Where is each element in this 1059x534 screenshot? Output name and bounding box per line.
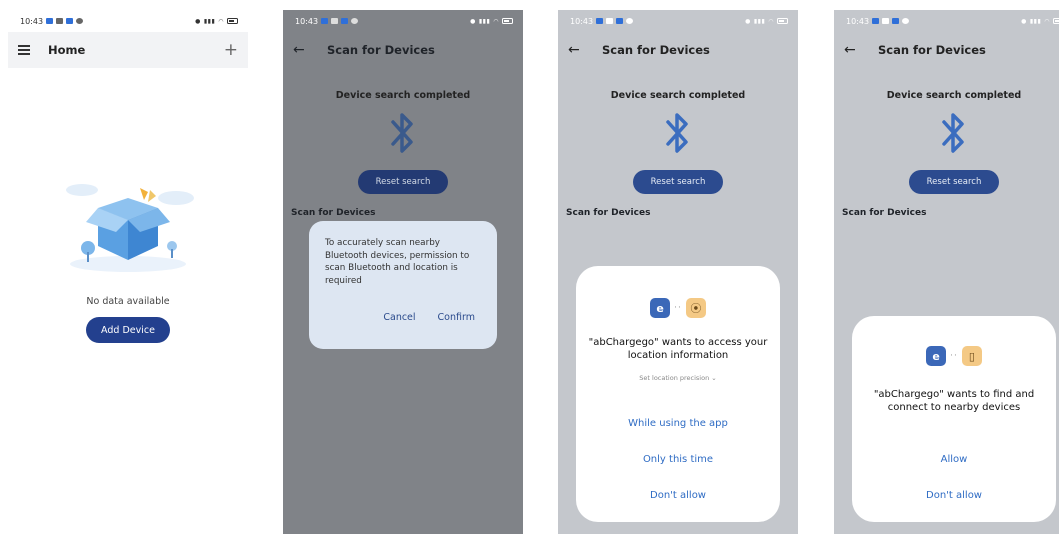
- permission-title: "abChargego" wants to find and connect t…: [873, 389, 1035, 413]
- permission-title: "abChargego" wants to access your locati…: [588, 337, 768, 361]
- notification-icon: [892, 18, 900, 24]
- alarm-icon: ●: [195, 17, 201, 25]
- reset-search-button[interactable]: Reset search: [633, 170, 723, 194]
- section-label: Scan for Devices: [566, 208, 651, 218]
- app-icon: e: [926, 346, 947, 366]
- chat-icon: [902, 18, 910, 24]
- add-device-button[interactable]: Add Device: [86, 317, 170, 343]
- phone-screen-location-permission: 10:43 ● ▮▮▮ ◠ ← Scan for Devices Device se…: [558, 10, 798, 534]
- page-title: Scan for Devices: [327, 43, 435, 57]
- battery-icon: [227, 18, 238, 24]
- status-bar: 10:43 ● ▮▮▮ ◠: [834, 10, 1059, 32]
- search-status-text: Device search completed: [335, 90, 471, 101]
- notification-icon: [596, 18, 604, 24]
- connector-dots: ··: [674, 303, 682, 313]
- nearby-devices-icon: ▯: [961, 346, 982, 366]
- bluetooth-icon: [391, 113, 413, 153]
- wifi-icon: ◠: [768, 17, 774, 25]
- page-title: Scan for Devices: [602, 43, 710, 57]
- empty-box-illustration: [66, 184, 194, 272]
- chat-icon: [626, 18, 634, 24]
- chat-icon: [351, 18, 359, 24]
- alarm-icon: ●: [745, 17, 751, 25]
- battery-icon: [777, 18, 788, 24]
- bluetooth-icon: [666, 113, 688, 153]
- permission-icons: e ·· ⦿: [576, 298, 780, 318]
- back-arrow-icon[interactable]: ←: [293, 42, 309, 58]
- page-title: Home: [48, 43, 86, 57]
- only-this-time-button[interactable]: Only this time: [576, 454, 780, 465]
- signal-icon: ▮▮▮: [478, 17, 491, 25]
- dont-allow-button[interactable]: Don't allow: [852, 490, 1056, 501]
- phone-screen-nearby-permission: 10:43 ● ▮▮▮ ◠ ← Scan for Devices Device se…: [834, 10, 1059, 534]
- app-icon: e: [650, 298, 671, 318]
- back-arrow-icon[interactable]: ←: [568, 42, 584, 58]
- alarm-icon: ●: [470, 17, 476, 25]
- notification-icon: [872, 18, 880, 24]
- connector-dots: ··: [950, 351, 958, 361]
- allow-button[interactable]: Allow: [852, 454, 1056, 465]
- status-bar: 10:43 ● ▮▮▮ ◠: [283, 10, 523, 32]
- confirm-button[interactable]: Confirm: [438, 312, 475, 323]
- nearby-devices-permission-sheet: e ·· ▯ "abChargego" wants to find and co…: [852, 316, 1056, 522]
- status-bar: 10:43 ● ▮▮▮ ◠: [8, 10, 248, 32]
- notification-icon: [882, 18, 890, 24]
- status-bar: 10:43 ● ▮▮▮ ◠: [558, 10, 798, 32]
- section-label: Scan for Devices: [842, 208, 927, 218]
- reset-search-button[interactable]: Reset search: [909, 170, 999, 194]
- notification-icon: [46, 18, 54, 24]
- status-time: 10:43: [20, 16, 44, 26]
- status-time: 10:43: [846, 16, 870, 26]
- empty-state-text: No data available: [86, 296, 170, 307]
- notification-icon: [616, 18, 624, 24]
- battery-icon: [502, 18, 513, 24]
- notification-icon: [341, 18, 349, 24]
- dialog-message: To accurately scan nearby Bluetooth devi…: [325, 238, 470, 286]
- app-bar: ← Scan for Devices: [834, 32, 1059, 68]
- notification-icon: [66, 18, 74, 24]
- app-bar: ← Scan for Devices: [283, 32, 523, 68]
- status-time: 10:43: [295, 16, 319, 26]
- bluetooth-icon: [942, 113, 964, 153]
- signal-icon: ▮▮▮: [203, 17, 216, 25]
- notification-icon: [331, 18, 339, 24]
- location-pin-icon: ⦿: [685, 298, 706, 318]
- back-arrow-icon[interactable]: ←: [844, 42, 860, 58]
- hamburger-menu-icon[interactable]: [18, 45, 30, 55]
- permission-dialog: To accurately scan nearby Bluetooth devi…: [309, 221, 497, 349]
- permission-icons: e ·· ▯: [852, 346, 1056, 366]
- wifi-icon: ◠: [1044, 17, 1050, 25]
- notification-icon: [606, 18, 614, 24]
- cancel-button[interactable]: Cancel: [383, 312, 415, 323]
- signal-icon: ▮▮▮: [753, 17, 766, 25]
- location-permission-sheet: e ·· ⦿ "abChargego" wants to access your…: [576, 266, 780, 522]
- status-time: 10:43: [570, 16, 594, 26]
- chat-icon: [76, 18, 84, 24]
- while-using-app-button[interactable]: While using the app: [576, 418, 780, 429]
- battery-icon: [1053, 18, 1059, 24]
- app-bar: Home +: [8, 32, 248, 68]
- wifi-icon: ◠: [218, 17, 224, 25]
- phone-screen-home: 10:43 ● ▮▮▮ ◠ Home + No data available Add…: [8, 10, 248, 534]
- wifi-icon: ◠: [493, 17, 499, 25]
- dont-allow-button[interactable]: Don't allow: [576, 490, 780, 501]
- phone-screen-scan-dialog: 10:43 ● ▮▮▮ ◠ ← Scan for Devices Device se…: [283, 10, 523, 534]
- search-status-text: Device search completed: [610, 90, 746, 101]
- reset-search-button[interactable]: Reset search: [358, 170, 448, 194]
- alarm-icon: ●: [1021, 17, 1027, 25]
- section-label: Scan for Devices: [291, 208, 376, 218]
- app-bar: ← Scan for Devices: [558, 32, 798, 68]
- notification-icon: [321, 18, 329, 24]
- notification-icon: [56, 18, 64, 24]
- search-status-text: Device search completed: [886, 90, 1022, 101]
- add-icon[interactable]: +: [224, 40, 238, 60]
- signal-icon: ▮▮▮: [1029, 17, 1042, 25]
- page-title: Scan for Devices: [878, 43, 986, 57]
- location-precision-toggle[interactable]: Set location precision ⌄: [576, 374, 780, 382]
